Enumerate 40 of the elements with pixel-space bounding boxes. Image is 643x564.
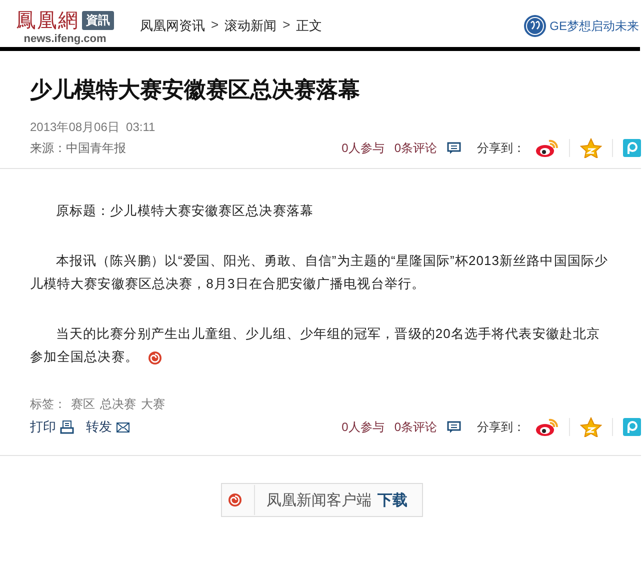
article-source: 来源：中国青年报 bbox=[30, 140, 126, 156]
tag-link[interactable]: 赛区 bbox=[71, 396, 95, 413]
tag-link[interactable]: 总决赛 bbox=[100, 396, 136, 413]
app-download-banner[interactable]: 凤凰新闻客户端 下载 bbox=[220, 483, 422, 517]
article-paragraph: 当天的比赛分别产生出儿童组、少儿组、少年组的冠军，晋级的20名选手将代表安徽赴北京参加全国总决赛。 bbox=[30, 325, 602, 367]
breadcrumb-separator: > bbox=[211, 17, 219, 34]
comment-icon[interactable] bbox=[447, 421, 461, 433]
sponsor-link[interactable]: GE梦想启动未来 bbox=[550, 18, 639, 34]
weibo-icon[interactable] bbox=[535, 417, 559, 437]
tags-label: 标签： bbox=[30, 396, 66, 413]
site-logo[interactable]: 鳳凰網 bbox=[16, 7, 79, 34]
participants-link[interactable]: 0人参与 bbox=[342, 140, 384, 156]
share-label: 分享到： bbox=[477, 140, 525, 156]
breadcrumb-link[interactable]: 滚动新闻 bbox=[224, 17, 277, 35]
tag-link[interactable]: 大赛 bbox=[141, 396, 165, 413]
print-icon[interactable] bbox=[60, 420, 74, 434]
share-label: 分享到： bbox=[477, 418, 525, 436]
article-title: 少儿模特大赛安徽赛区总决赛落幕 bbox=[30, 76, 361, 104]
comment-icon[interactable] bbox=[447, 142, 461, 154]
participants-link[interactable]: 0人参与 bbox=[342, 418, 384, 436]
forward-link[interactable]: 转发 bbox=[86, 418, 112, 436]
publish-date: 2013年08月06日 03:11 bbox=[30, 119, 156, 136]
breadcrumb-separator: > bbox=[282, 17, 290, 34]
comments-link[interactable]: 0条评论 bbox=[394, 418, 437, 436]
section-badge: 資訊 bbox=[82, 11, 114, 30]
article-paragraph: 本报讯（陈兴鹏）以“爱国、阳光、勇敢、自信”为主题的“星隆国际”杯2013新丝路中国国际少儿模特大赛安徽赛区总决赛，8月3日在合肥安徽广播电视台举行。 bbox=[30, 252, 609, 293]
star-icon[interactable] bbox=[580, 138, 602, 158]
weibo-icon[interactable] bbox=[535, 138, 559, 158]
app-logo-icon[interactable] bbox=[228, 493, 242, 507]
ge-logo-icon[interactable] bbox=[522, 14, 547, 38]
breadcrumb-link[interactable]: 正文 bbox=[296, 17, 322, 35]
print-link[interactable]: 打印 bbox=[30, 418, 56, 436]
comments-link[interactable]: 0条评论 bbox=[394, 140, 437, 156]
download-link[interactable]: 下载 bbox=[378, 490, 408, 510]
app-name: 凤凰新闻客户端 bbox=[266, 490, 372, 510]
site-domain: news.ifeng.com bbox=[24, 34, 106, 45]
breadcrumb-link[interactable]: 凤凰网资讯 bbox=[140, 17, 205, 35]
mail-icon[interactable] bbox=[116, 422, 130, 432]
star-icon[interactable] bbox=[580, 417, 602, 437]
article-paragraph: 原标题：少儿模特大赛安徽赛区总决赛落幕 bbox=[55, 202, 314, 220]
